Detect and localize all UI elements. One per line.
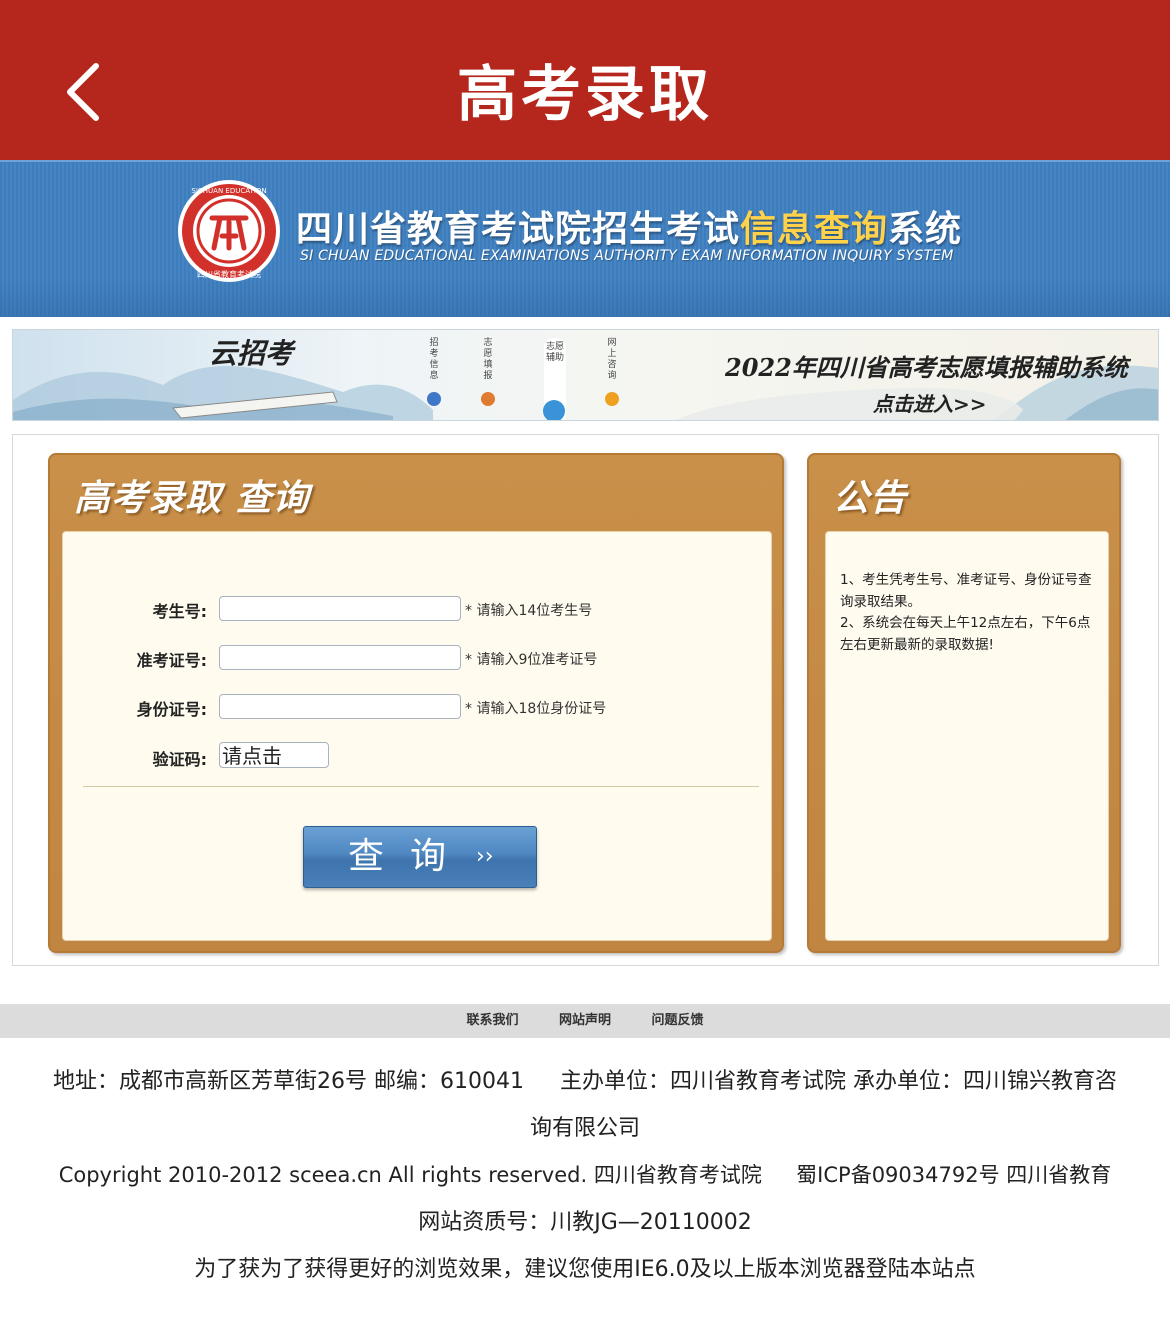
footer-info: 地址：成都市高新区芳草街26号 邮编：610041 主办单位：四川省教育考试院 … <box>0 1058 1170 1293</box>
form-divider <box>83 786 759 787</box>
footer-address-line-cont: 询有限公司 <box>529 1116 640 1141</box>
exam-authority-logo: SICHUAN EDUCATION 四川省教育考试院 <box>176 178 282 284</box>
admission-ticket-label: 准考证号: <box>136 651 207 670</box>
admission-ticket-input[interactable] <box>219 645 461 670</box>
banner-enter-link[interactable]: 点击进入>> <box>873 388 987 417</box>
notice-panel-title: 公告 <box>833 478 908 519</box>
footer-address-line: 地址：成都市高新区芳草街26号 邮编：610041 主办单位：四川省教育考试院 … <box>53 1069 1117 1094</box>
site-header: SICHUAN EDUCATION 四川省教育考试院 四川省教育考试院招生考试信… <box>0 160 1170 317</box>
banner-headline: 2022年四川省高考志愿填报辅助系统 <box>725 353 1128 382</box>
notice-body: 1、考生凭考生号、准考证号、身份证号查询录取结果。 2、系统会在每天上午12点左… <box>825 531 1109 941</box>
banner-tab-1-icon <box>427 392 441 406</box>
captcha-label: 验证码: <box>152 750 207 769</box>
banner-logo-text: 云招考 <box>209 337 294 370</box>
query-submit-button[interactable]: 查询 ›› <box>303 826 537 888</box>
footer-link-feedback[interactable]: 问题反馈 <box>652 1004 704 1038</box>
notice-panel: 公告 1、考生凭考生号、准考证号、身份证号查询录取结果。 2、系统会在每天上午1… <box>807 453 1121 953</box>
footer-browser-tip: 为了获为了获得更好的浏览效果，建议您使用IE6.0及以上版本浏览器登陆本站点 <box>194 1257 976 1282</box>
banner-tab-4[interactable]: 网上咨询 <box>605 338 619 382</box>
footer-link-contact[interactable]: 联系我们 <box>466 1004 518 1038</box>
candidate-number-row: 考生号: * 请输入14位考生号 <box>63 594 763 624</box>
banner-tab-3-label: 志愿辅助 <box>545 342 564 363</box>
notice-line: 1、考生凭考生号、准考证号、身份证号查询录取结果。 <box>840 572 1092 610</box>
system-subtitle: SI CHUAN EDUCATIONAL EXAMINATIONS AUTHOR… <box>300 248 954 264</box>
banner-tab-2[interactable]: 志愿填报 <box>481 338 495 382</box>
query-panel: 高考录取 查询 考生号: * 请输入14位考生号 准考证号: * 请输入9位准考… <box>48 453 784 953</box>
candidate-number-label: 考生号: <box>152 602 207 621</box>
query-panel-title: 高考录取 查询 <box>74 478 310 519</box>
banner-tab-3-icon <box>543 400 565 420</box>
query-form: 考生号: * 请输入14位考生号 准考证号: * 请输入9位准考证号 身份证号:… <box>62 531 772 941</box>
admission-ticket-hint: * 请输入9位准考证号 <box>465 652 598 668</box>
footer-copyright-line: Copyright 2010-2012 sceea.cn All rights … <box>58 1163 1112 1187</box>
captcha-row: 验证码: 请点击 <box>63 742 763 772</box>
page-title: 高考录取 <box>457 60 713 130</box>
candidate-number-hint: * 请输入14位考生号 <box>465 603 593 619</box>
system-title: 四川省教育考试院招生考试信息查询系统 <box>296 209 963 250</box>
notice-text: 1、考生凭考生号、准考证号、身份证号查询录取结果。 2、系统会在每天上午12点左… <box>840 570 1102 656</box>
banner-tab-1[interactable]: 招考信息 <box>427 338 441 382</box>
captcha-field[interactable]: 请点击 <box>219 742 329 768</box>
id-number-input[interactable] <box>219 694 461 719</box>
footer-license-line: 网站资质号：川教JG—20110002 <box>418 1210 752 1235</box>
candidate-number-input[interactable] <box>219 596 461 621</box>
admission-ticket-row: 准考证号: * 请输入9位准考证号 <box>63 643 763 673</box>
query-submit-label: 查询 <box>348 836 473 877</box>
footer-links: 联系我们 网站声明 问题反馈 <box>0 1004 1170 1038</box>
banner-tab-2-icon <box>481 392 495 406</box>
id-number-hint: * 请输入18位身份证号 <box>465 701 607 717</box>
svg-text:四川省教育考试院: 四川省教育考试院 <box>197 269 261 279</box>
top-app-bar: 高考录取 <box>0 0 1170 160</box>
double-chevron-right-icon: ›› <box>476 844 494 869</box>
notice-line: 2、系统会在每天上午12点左右，下午6点左右更新最新的录取数据! <box>840 615 1091 653</box>
svg-text:SICHUAN EDUCATION: SICHUAN EDUCATION <box>191 187 266 195</box>
banner-tab-4-icon <box>605 392 619 406</box>
volunteer-system-banner[interactable]: 云招考 招考信息 志愿填报 志愿辅助 网上咨询 2022年四川省高考志愿填报辅助… <box>12 329 1159 421</box>
id-number-label: 身份证号: <box>136 700 207 719</box>
footer-link-statement[interactable]: 网站声明 <box>559 1004 611 1038</box>
id-number-row: 身份证号: * 请输入18位身份证号 <box>63 692 763 722</box>
